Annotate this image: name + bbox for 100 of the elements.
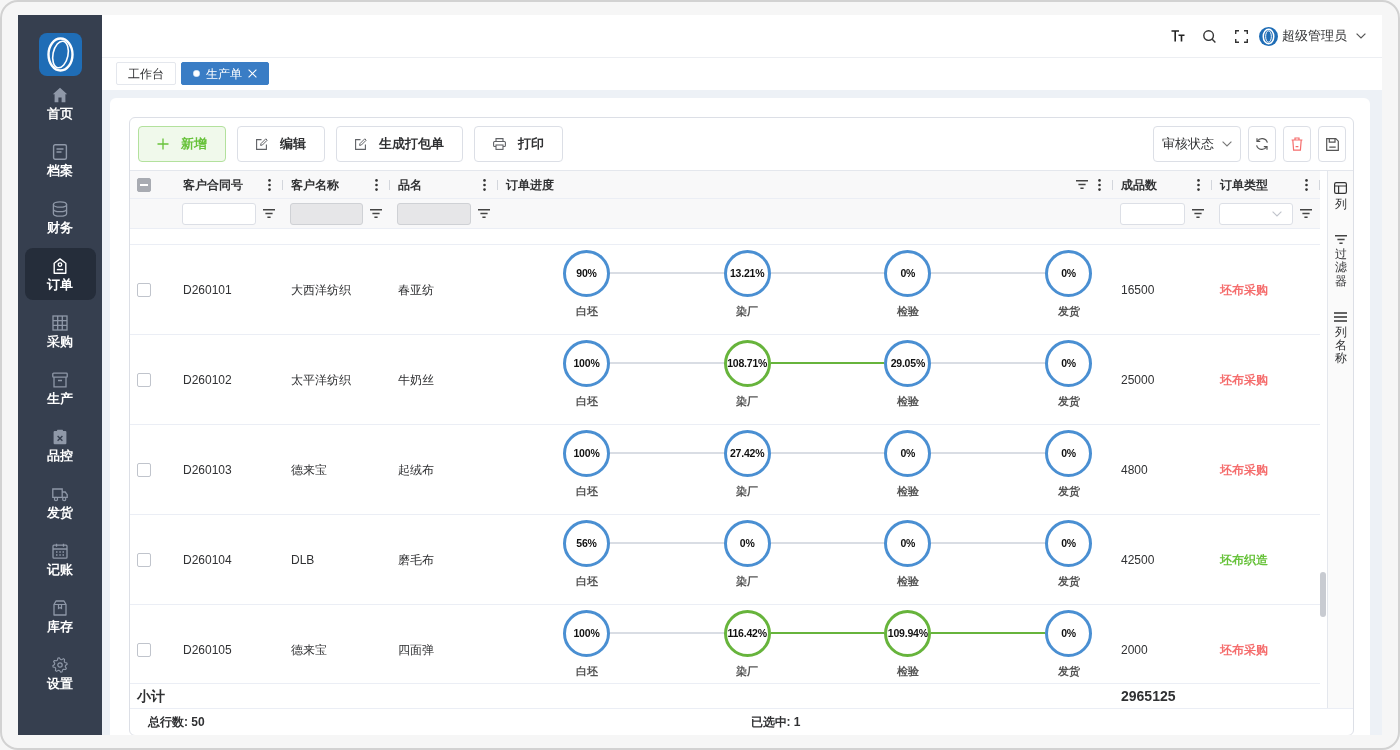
filter-icon bbox=[1334, 235, 1347, 245]
stage-label: 白坯 bbox=[575, 664, 598, 678]
sidebar-item[interactable]: 设置 bbox=[24, 647, 96, 699]
refresh-icon bbox=[1255, 137, 1269, 151]
sidebar-item[interactable]: 档案 bbox=[24, 134, 96, 186]
filter-input[interactable] bbox=[1120, 202, 1185, 225]
stage-label: 检验 bbox=[896, 574, 919, 588]
filter-icon[interactable] bbox=[1192, 209, 1204, 218]
side-panel-tab[interactable]: 过滤器 bbox=[1334, 235, 1347, 288]
side-panel-tab[interactable]: 列 bbox=[1334, 182, 1347, 212]
caret-icon bbox=[1356, 33, 1366, 39]
save-icon bbox=[1325, 137, 1339, 151]
sidebar-item[interactable]: 品控 bbox=[24, 419, 96, 471]
progress-percent: 0% bbox=[1061, 627, 1076, 640]
table-cell-text: 4800 bbox=[1120, 461, 1148, 479]
table-cell-text: 16500 bbox=[1120, 281, 1155, 299]
filter-icon[interactable] bbox=[1300, 209, 1312, 218]
select-all-checkbox[interactable] bbox=[137, 177, 151, 192]
stage-label: 发货 bbox=[1057, 484, 1080, 498]
table-cell-text: 牛奶丝 bbox=[397, 371, 434, 389]
close-icon[interactable] bbox=[248, 69, 257, 78]
row-checkbox[interactable] bbox=[137, 282, 151, 297]
stage-label: 白坯 bbox=[575, 304, 598, 318]
sidebar-item[interactable]: 订单 bbox=[24, 248, 96, 300]
sidebar-item[interactable]: 库存 bbox=[24, 590, 96, 642]
stage-label: 检验 bbox=[896, 304, 919, 318]
column-header: 成品数 bbox=[1121, 176, 1157, 194]
row-checkbox[interactable] bbox=[137, 642, 151, 657]
database-icon bbox=[52, 201, 68, 217]
edit-icon bbox=[256, 138, 268, 150]
stage-label: 发货 bbox=[1057, 574, 1080, 588]
stage-label: 检验 bbox=[896, 664, 919, 678]
side-panel-tab[interactable]: 列名称 bbox=[1334, 311, 1347, 366]
progress-percent: 56% bbox=[576, 537, 597, 550]
progress-percent: 0% bbox=[900, 447, 916, 460]
truck-icon bbox=[52, 486, 68, 502]
column-menu-icon[interactable] bbox=[375, 178, 378, 191]
clipboard-icon bbox=[52, 429, 68, 445]
stage-label: 检验 bbox=[896, 484, 919, 498]
stage-label: 检验 bbox=[896, 394, 919, 408]
filter-icon[interactable] bbox=[263, 209, 275, 218]
page-tab[interactable]: 生产单 bbox=[181, 62, 269, 85]
filter-icon[interactable] bbox=[370, 209, 382, 218]
table-cell-text: D260102 bbox=[182, 371, 232, 389]
sidebar-item[interactable]: 发货 bbox=[24, 476, 96, 528]
edit-button[interactable]: 编辑 bbox=[237, 126, 325, 162]
user-menu[interactable]: 超级管理员 bbox=[1259, 26, 1366, 46]
document-icon bbox=[52, 144, 68, 160]
sidebar-item[interactable]: 记账 bbox=[24, 533, 96, 585]
summary-total: 2965125 bbox=[1120, 686, 1176, 706]
sidebar-item[interactable]: 首页 bbox=[24, 77, 96, 129]
table-cell-text: 25000 bbox=[1120, 371, 1155, 389]
stage-label: 染厂 bbox=[736, 484, 759, 498]
row-checkbox[interactable] bbox=[137, 372, 151, 387]
text-size-icon[interactable] bbox=[1171, 30, 1185, 42]
column-menu-icon[interactable] bbox=[483, 178, 486, 191]
filter-icon[interactable] bbox=[1076, 180, 1088, 189]
stage-label: 白坯 bbox=[575, 574, 598, 588]
order-type-text: 坯布采购 bbox=[1218, 641, 1268, 659]
progress-percent: 0% bbox=[1061, 357, 1076, 370]
filter-input[interactable] bbox=[182, 202, 256, 225]
table-cell-text: D260104 bbox=[182, 551, 232, 569]
save-button[interactable] bbox=[1318, 126, 1346, 162]
list-icon bbox=[1334, 311, 1347, 322]
column-menu-icon[interactable] bbox=[268, 178, 271, 191]
filter-icon[interactable] bbox=[478, 209, 490, 218]
sidebar-item[interactable]: 生产 bbox=[24, 362, 96, 414]
plus-icon bbox=[157, 138, 169, 150]
page-tab[interactable]: 工作台 bbox=[116, 62, 176, 85]
progress-percent: 0% bbox=[900, 537, 916, 550]
archive-box-icon bbox=[52, 372, 68, 388]
refresh-button[interactable] bbox=[1248, 126, 1276, 162]
fullscreen-icon[interactable] bbox=[1235, 29, 1248, 43]
order-type-text: 坯布织造 bbox=[1218, 551, 1268, 569]
status-dropdown[interactable]: 审核状态 bbox=[1153, 126, 1241, 162]
column-menu-icon[interactable] bbox=[1098, 178, 1101, 191]
row-checkbox[interactable] bbox=[137, 552, 151, 567]
order-type-text: 坯布采购 bbox=[1218, 371, 1268, 389]
calendar-icon bbox=[52, 543, 68, 559]
table-cell-text: 起绒布 bbox=[397, 461, 434, 479]
sidebar-item[interactable]: 财务 bbox=[24, 191, 96, 243]
column-menu-icon[interactable] bbox=[1197, 178, 1200, 191]
column-header: 订单类型 bbox=[1220, 176, 1268, 194]
column-header: 订单进度 bbox=[506, 176, 554, 194]
table-cell-text: 42500 bbox=[1120, 551, 1155, 569]
stage-label: 发货 bbox=[1057, 394, 1080, 408]
sidebar-item[interactable]: 采购 bbox=[24, 305, 96, 357]
printer-icon bbox=[493, 138, 506, 150]
column-menu-icon[interactable] bbox=[1305, 178, 1308, 191]
progress-percent: 109.94% bbox=[887, 627, 928, 640]
caret-icon bbox=[1272, 210, 1282, 217]
search-icon[interactable] bbox=[1203, 29, 1216, 43]
edit-button[interactable]: 生成打包单 bbox=[336, 126, 463, 162]
row-checkbox[interactable] bbox=[137, 462, 151, 477]
columns-icon bbox=[1334, 182, 1347, 194]
logo-icon[interactable] bbox=[38, 33, 82, 76]
scrollbar-thumb[interactable] bbox=[1320, 572, 1326, 617]
progress-percent: 100% bbox=[573, 447, 600, 460]
print-button[interactable]: 打印 bbox=[474, 126, 563, 162]
table-cell-text: 春亚纺 bbox=[397, 281, 434, 299]
